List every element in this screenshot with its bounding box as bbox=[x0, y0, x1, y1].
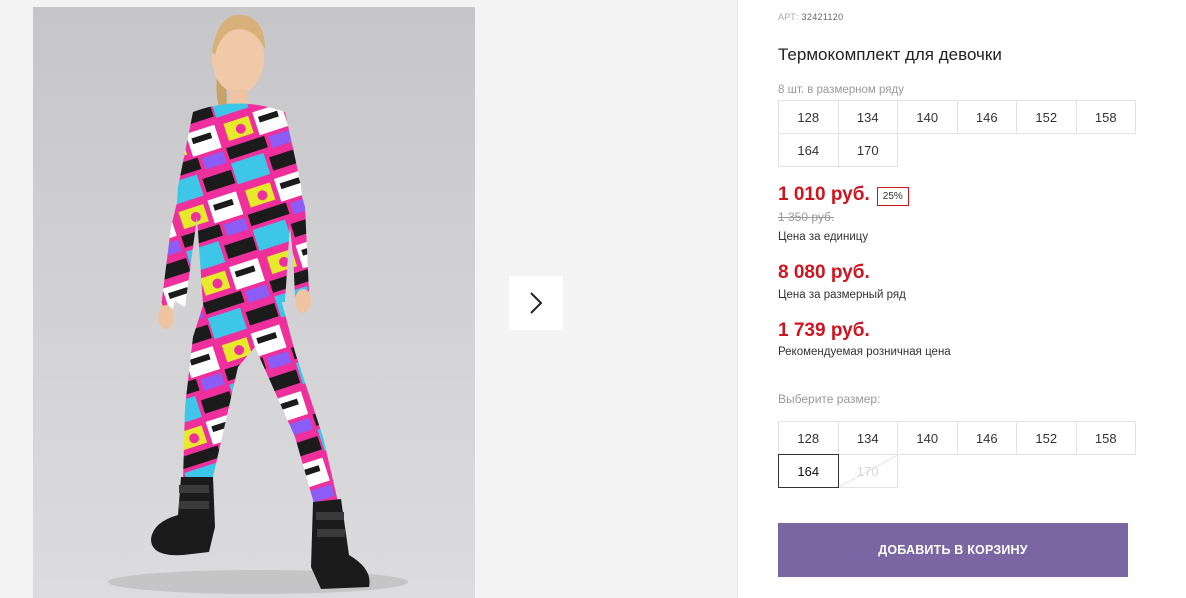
size-option-134[interactable]: 134 bbox=[837, 421, 898, 455]
product-gallery bbox=[0, 0, 738, 598]
pack-size-cell: 146 bbox=[956, 100, 1017, 134]
product-title: Термокомплект для девочки bbox=[778, 45, 1002, 64]
product-photo bbox=[33, 7, 475, 598]
pack-size-cell: 164 bbox=[778, 133, 839, 167]
pack-price: 8 080 руб. bbox=[778, 262, 870, 283]
chevron-right-icon bbox=[530, 292, 543, 314]
unit-price: 1 010 руб. bbox=[778, 184, 870, 205]
article-number: АРТ: 32421120 bbox=[778, 12, 843, 22]
price-row: 1 010 руб. 25% bbox=[778, 184, 909, 206]
size-option-label: 170 bbox=[856, 463, 879, 479]
size-picker-grid: 128 134 140 146 152 158 164 170 bbox=[778, 421, 1136, 488]
pack-size-cell: 140 bbox=[897, 100, 958, 134]
size-option-146[interactable]: 146 bbox=[956, 421, 1017, 455]
size-option-164[interactable]: 164 bbox=[778, 454, 839, 488]
add-to-cart-button[interactable]: ДОБАВИТЬ В КОРЗИНУ bbox=[778, 523, 1128, 577]
unit-price-caption: Цена за единицу bbox=[778, 231, 869, 243]
pack-size-cell: 128 bbox=[778, 100, 839, 134]
article-value: 32421120 bbox=[801, 12, 844, 22]
size-option-170: 170 bbox=[837, 454, 898, 488]
pack-note: 8 шт. в размерном ряду bbox=[778, 84, 904, 96]
size-picker-label: Выберите размер: bbox=[778, 392, 881, 406]
pack-size-cell: 152 bbox=[1016, 100, 1077, 134]
old-price: 1 350 руб. bbox=[778, 210, 835, 224]
gallery-next-button[interactable] bbox=[509, 276, 563, 330]
size-option-158[interactable]: 158 bbox=[1075, 421, 1136, 455]
discount-badge: 25% bbox=[876, 186, 909, 206]
article-label: АРТ: bbox=[778, 12, 799, 22]
pack-size-cell: 170 bbox=[837, 133, 898, 167]
pack-size-cell: 134 bbox=[837, 100, 898, 134]
size-option-140[interactable]: 140 bbox=[897, 421, 958, 455]
pack-price-caption: Цена за размерный ряд bbox=[778, 289, 906, 301]
size-option-128[interactable]: 128 bbox=[778, 421, 839, 455]
pack-size-cell: 158 bbox=[1075, 100, 1136, 134]
retail-price: 1 739 руб. bbox=[778, 320, 870, 341]
pack-size-grid: 128 134 140 146 152 158 164 170 bbox=[778, 100, 1136, 167]
retail-price-caption: Рекомендуемая розничная цена bbox=[778, 346, 951, 358]
size-option-152[interactable]: 152 bbox=[1016, 421, 1077, 455]
